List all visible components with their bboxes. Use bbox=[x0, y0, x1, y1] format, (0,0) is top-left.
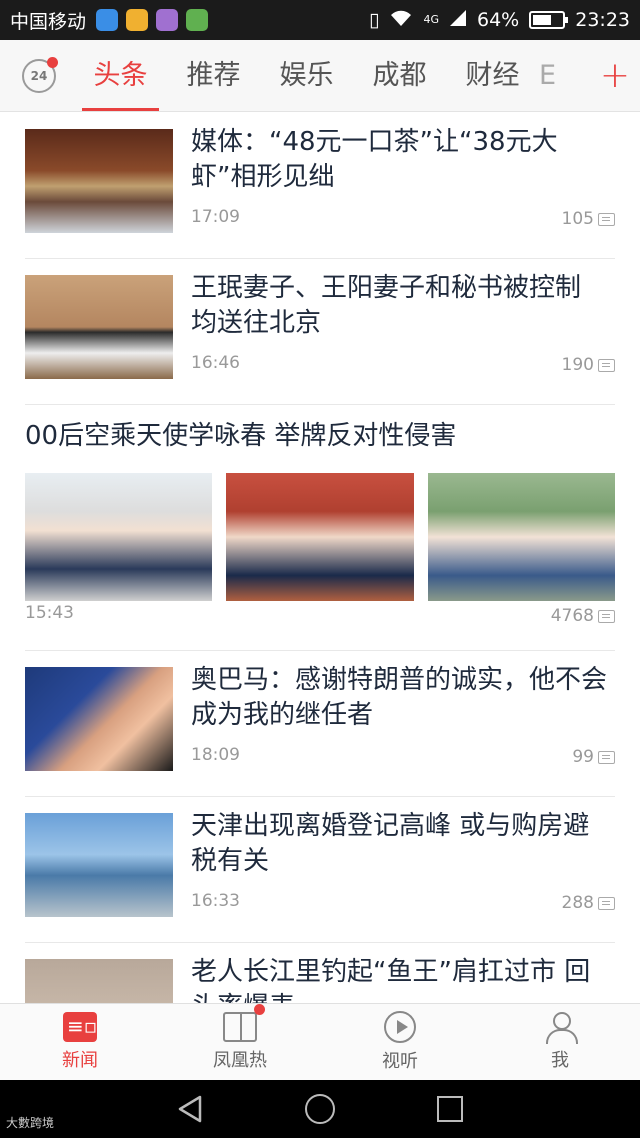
status-bar: 中国移动 ▯ 4G 64% 23:23 bbox=[0, 0, 640, 40]
comment-count-value: 4768 bbox=[550, 606, 594, 626]
news-time: 15:43 bbox=[25, 603, 74, 623]
recent-apps-icon bbox=[437, 1096, 463, 1122]
tab-finance[interactable]: 财经 bbox=[446, 40, 539, 111]
comment-count: 99 bbox=[572, 747, 615, 767]
comment-count: 105 bbox=[562, 209, 615, 229]
24h-icon-label: 24 bbox=[30, 68, 48, 83]
channel-tab-bar: 24 头条 推荐 娱乐 成都 财经 E + bbox=[0, 40, 640, 112]
nav-video[interactable]: 视听 bbox=[320, 1004, 480, 1080]
play-icon bbox=[384, 1011, 416, 1043]
news-title: 王珉妻子、王阳妻子和秘书被控制 均送往北京 bbox=[191, 273, 582, 338]
news-item[interactable]: 天津出现离婚登记高峰 或与购房避税有关 16:33 288 bbox=[25, 797, 615, 943]
comment-count-value: 288 bbox=[561, 893, 594, 913]
wifi-icon bbox=[389, 9, 413, 32]
news-icon bbox=[63, 1012, 97, 1042]
comment-count: 288 bbox=[562, 893, 615, 913]
comment-count-value: 190 bbox=[561, 355, 594, 375]
tab-headlines[interactable]: 头条 bbox=[74, 40, 167, 111]
gallery-images bbox=[25, 473, 615, 601]
comment-count-value: 105 bbox=[561, 209, 594, 229]
signal-icon bbox=[449, 9, 467, 32]
home-icon bbox=[305, 1094, 335, 1124]
tab-chengdu[interactable]: 成都 bbox=[353, 40, 446, 111]
battery-fill bbox=[533, 15, 552, 25]
tab-entertainment[interactable]: 娱乐 bbox=[260, 40, 353, 111]
gallery-image bbox=[427, 473, 615, 601]
24h-news-button[interactable]: 24 bbox=[22, 56, 58, 93]
comment-count-value: 99 bbox=[572, 747, 594, 767]
comment-icon bbox=[598, 212, 615, 226]
nav-news[interactable]: 新闻 bbox=[0, 1004, 160, 1080]
nav-me-label: 我 bbox=[551, 1050, 569, 1071]
back-icon bbox=[178, 1095, 202, 1123]
news-thumbnail bbox=[25, 813, 173, 917]
back-button[interactable] bbox=[125, 1080, 255, 1138]
news-feed: 媒体：“48元一口茶”让“38元大虾”相形见绌 17:09 105 王珉妻子、王… bbox=[0, 113, 640, 1003]
news-item-gallery[interactable]: 00后空乘天使学咏春 举牌反对性侵害 15:43 4768 bbox=[25, 405, 615, 651]
battery-icon bbox=[529, 11, 569, 29]
battery-percent: 64% bbox=[477, 9, 520, 31]
news-title: 天津出现离婚登记高峰 或与购房避税有关 bbox=[191, 811, 590, 876]
gallery-image bbox=[226, 473, 414, 601]
network-type: 4G bbox=[423, 13, 439, 26]
notification-app-icon bbox=[96, 9, 119, 31]
carrier-name: 中国移动 bbox=[10, 10, 87, 33]
comment-icon bbox=[598, 358, 615, 372]
news-item[interactable]: 老人长江里钓起“鱼王”肩扛过市 回头率爆表 bbox=[25, 943, 615, 1003]
watermark: 大數跨境 bbox=[6, 1116, 55, 1130]
comment-icon bbox=[598, 896, 615, 910]
news-title: 00后空乘天使学咏春 举牌反对性侵害 bbox=[25, 421, 457, 451]
gallery-image bbox=[25, 473, 213, 601]
home-button[interactable] bbox=[255, 1080, 385, 1138]
mail-notification-icon bbox=[126, 9, 149, 31]
news-thumbnail bbox=[25, 275, 173, 379]
news-thumbnail bbox=[25, 667, 173, 771]
news-thumbnail bbox=[25, 129, 173, 233]
nav-me[interactable]: 我 bbox=[480, 1004, 640, 1080]
news-time: 17:09 bbox=[191, 207, 240, 227]
notification-dot bbox=[47, 56, 58, 68]
nav-video-label: 视听 bbox=[382, 1051, 418, 1072]
clock-time: 23:23 bbox=[575, 9, 630, 31]
news-item[interactable]: 奥巴马：感谢特朗普的诚实，他不会成为我的继任者 18:09 99 bbox=[25, 651, 615, 797]
comment-icon bbox=[598, 750, 615, 764]
channel-tabs: 头条 推荐 娱乐 成都 财经 E bbox=[74, 40, 590, 111]
user-icon bbox=[543, 1012, 578, 1044]
news-item[interactable]: 王珉妻子、王阳妻子和秘书被控制 均送往北京 16:46 190 bbox=[25, 259, 615, 405]
news-title: 老人长江里钓起“鱼王”肩扛过市 回头率爆表 bbox=[191, 957, 591, 1003]
vibrate-icon: ▯ bbox=[369, 9, 380, 31]
nav-phoenix-hot-label: 凤凰热 bbox=[213, 1050, 267, 1071]
wechat-notification-icon bbox=[186, 9, 209, 31]
news-title: 媒体：“48元一口茶”让“38元大虾”相形见绌 bbox=[191, 127, 558, 192]
notification-dot bbox=[254, 1004, 265, 1015]
news-item[interactable]: 媒体：“48元一口茶”让“38元大虾”相形见绌 17:09 105 bbox=[25, 113, 615, 259]
gallery-notification-icon bbox=[156, 9, 179, 31]
book-icon bbox=[223, 1004, 265, 1042]
tab-partial[interactable]: E bbox=[539, 40, 569, 111]
nav-phoenix-hot[interactable]: 凤凰热 bbox=[160, 1004, 320, 1080]
news-time: 16:46 bbox=[191, 353, 240, 373]
recent-apps-button[interactable] bbox=[385, 1080, 515, 1138]
nav-news-label: 新闻 bbox=[62, 1050, 98, 1071]
comment-count: 190 bbox=[562, 355, 615, 375]
tab-recommend[interactable]: 推荐 bbox=[167, 40, 260, 111]
comment-count: 4768 bbox=[551, 606, 615, 626]
add-channel-button[interactable]: + bbox=[590, 55, 640, 96]
comment-icon bbox=[598, 609, 615, 623]
news-time: 18:09 bbox=[191, 745, 240, 765]
news-title: 奥巴马：感谢特朗普的诚实，他不会成为我的继任者 bbox=[191, 665, 608, 730]
bottom-navigation: 新闻 凤凰热 视听 我 bbox=[0, 1003, 640, 1080]
news-thumbnail bbox=[25, 959, 173, 1003]
system-navigation-bar bbox=[0, 1080, 640, 1138]
news-time: 16:33 bbox=[191, 891, 240, 911]
